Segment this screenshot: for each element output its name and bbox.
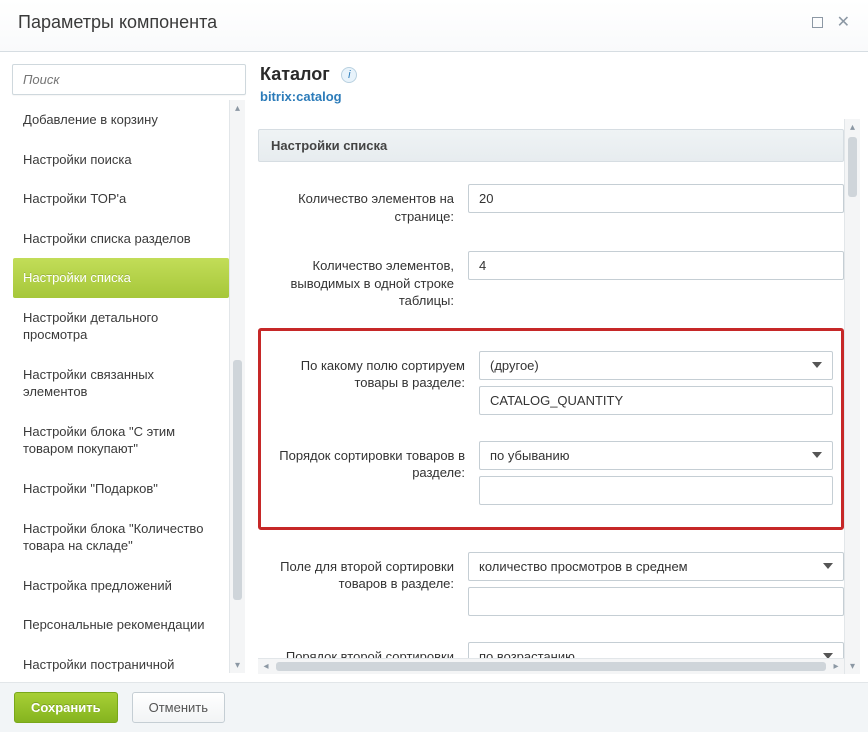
cancel-button[interactable]: Отменить <box>132 692 225 723</box>
input-sort-order-custom[interactable] <box>479 476 833 505</box>
sidebar-scrollbar[interactable]: ▴ ▾ <box>229 100 245 673</box>
window-title: Параметры компонента <box>18 12 217 33</box>
row-sort2-field: Поле для второй сортировки товаров в раз… <box>258 544 844 634</box>
window-controls: ✕ <box>812 17 850 28</box>
sidebar-item[interactable]: Настройки поиска <box>13 140 229 180</box>
highlight-box: По какому полю сортируем товары в раздел… <box>258 328 844 530</box>
chevron-down-icon <box>812 452 822 458</box>
save-button[interactable]: Сохранить <box>14 692 118 723</box>
footer: Сохранить Отменить <box>0 682 868 732</box>
scroll-thumb-h[interactable] <box>276 662 826 671</box>
chevron-down-icon <box>812 362 822 368</box>
select-sort-order[interactable]: по убыванию <box>479 441 833 470</box>
select-sort2-field-value: количество просмотров в среднем <box>479 559 688 574</box>
select-sort-order-value: по убыванию <box>490 448 570 463</box>
select-sort-field-value: (другое) <box>490 358 539 373</box>
maximize-icon[interactable] <box>812 17 823 28</box>
sidebar: Добавление в корзинуНастройки поискаНаст… <box>12 64 246 674</box>
main-header: Каталог i bitrix:catalog <box>258 64 860 119</box>
label-sort2-field: Поле для второй сортировки товаров в раз… <box>258 552 454 593</box>
select-sort-field[interactable]: (другое) <box>479 351 833 380</box>
sidebar-item[interactable]: Настройки связанных элементов <box>13 355 229 412</box>
scroll-thumb[interactable] <box>848 137 857 197</box>
sidebar-item[interactable]: Добавление в корзину <box>13 100 229 140</box>
main-panel: Каталог i bitrix:catalog Настройки списк… <box>258 64 860 674</box>
sidebar-item[interactable]: Настройки блока "С этим товаром покупают… <box>13 412 229 469</box>
scroll-thumb[interactable] <box>233 360 242 600</box>
titlebar: Параметры компонента ✕ <box>0 0 868 52</box>
sidebar-item[interactable]: Настройки детального просмотра <box>13 298 229 355</box>
row-sort-field: По какому полю сортируем товары в раздел… <box>269 343 833 433</box>
sidebar-item[interactable]: Настройки списка разделов <box>13 219 229 259</box>
input-sort2-field-custom[interactable] <box>468 587 844 616</box>
input-sort-field-custom[interactable] <box>479 386 833 415</box>
info-icon[interactable]: i <box>341 67 357 83</box>
chevron-down-icon <box>823 563 833 569</box>
search-input-wrap <box>12 64 246 95</box>
sidebar-item[interactable]: Настройки "Подарков" <box>13 469 229 509</box>
form-scrollbar-h[interactable]: ◂ ▸ <box>258 658 844 674</box>
section-header: Настройки списка <box>258 129 844 162</box>
form-scrollbar-v[interactable]: ▴ ▾ <box>844 119 860 674</box>
search-input[interactable] <box>13 65 245 94</box>
label-elements-per-page: Количество элементов на странице: <box>258 184 454 225</box>
close-icon[interactable]: ✕ <box>837 17 850 28</box>
sidebar-item[interactable]: Настройка предложений <box>13 566 229 606</box>
label-sort-order: Порядок сортировки товаров в разделе: <box>269 441 465 482</box>
scroll-down-icon[interactable]: ▾ <box>230 657 245 673</box>
sidebar-item[interactable]: Настройки постраничной навигации <box>13 645 229 674</box>
scroll-right-icon[interactable]: ▸ <box>828 659 844 674</box>
sidebar-item[interactable]: Персональные рекомендации <box>13 605 229 645</box>
sidebar-item[interactable]: Настройки списка <box>13 258 229 298</box>
input-elements-per-row[interactable] <box>468 251 844 280</box>
scroll-left-icon[interactable]: ◂ <box>258 659 274 674</box>
form-area: Настройки списка Количество элементов на… <box>258 119 860 674</box>
row-elements-per-page: Количество элементов на странице: <box>258 176 844 243</box>
input-elements-per-page[interactable] <box>468 184 844 213</box>
label-sort-field: По какому полю сортируем товары в раздел… <box>269 351 465 392</box>
sidebar-nav: Добавление в корзинуНастройки поискаНаст… <box>12 99 246 674</box>
scroll-down-icon[interactable]: ▾ <box>845 658 860 674</box>
component-name-link[interactable]: bitrix:catalog <box>260 85 342 119</box>
page-title: Каталог <box>260 64 330 85</box>
select-sort2-field[interactable]: количество просмотров в среднем <box>468 552 844 581</box>
scroll-up-icon[interactable]: ▴ <box>230 100 245 116</box>
label-elements-per-row: Количество элементов, выводимых в одной … <box>258 251 454 310</box>
sidebar-item[interactable]: Настройки ТОР'а <box>13 179 229 219</box>
row-elements-per-row: Количество элементов, выводимых в одной … <box>258 243 844 328</box>
scroll-up-icon[interactable]: ▴ <box>845 119 860 135</box>
row-sort-order: Порядок сортировки товаров в разделе: по… <box>269 433 833 523</box>
sidebar-item[interactable]: Настройки блока "Количество товара на ск… <box>13 509 229 566</box>
